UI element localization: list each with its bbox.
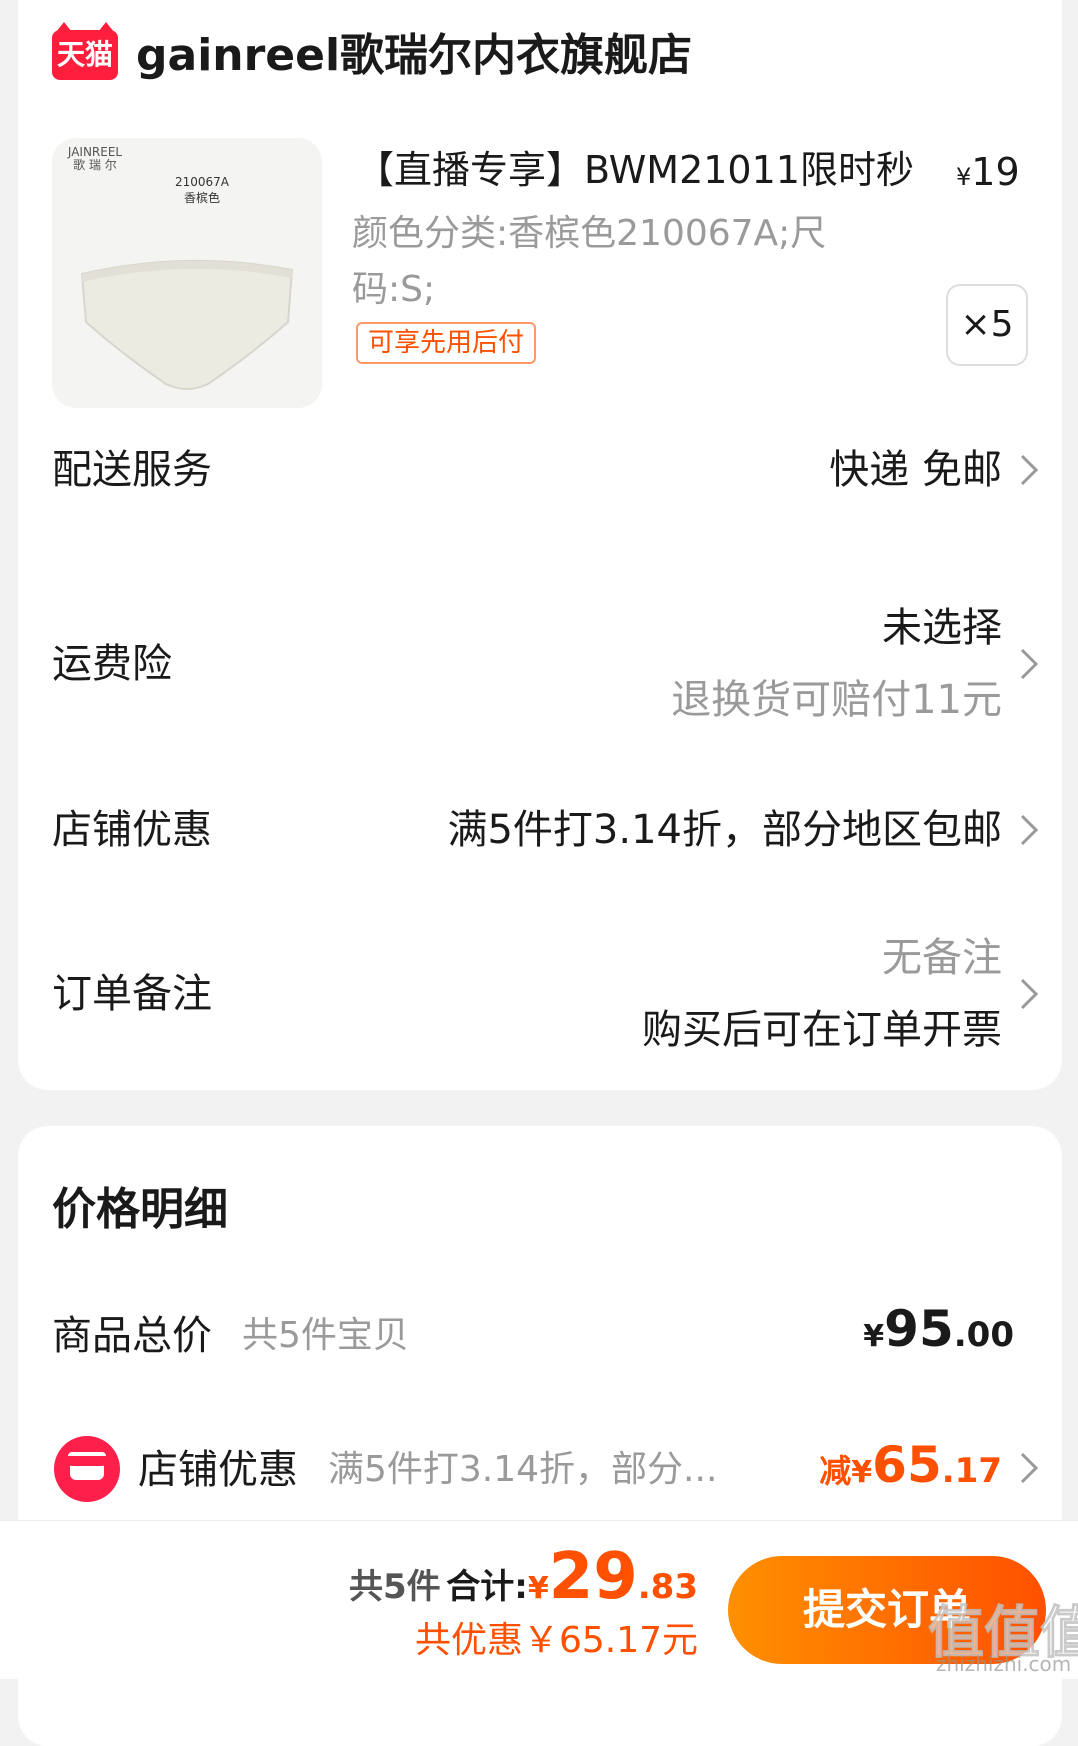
discount-amount: 减¥65.17 [819,1436,1002,1494]
chevron-right-icon [1020,454,1039,486]
total-price-value: ¥95.00 [863,1300,1014,1358]
order-note-value: 无备注 [882,935,1002,981]
store-discount-label: 店铺优惠 [52,807,212,853]
chevron-right-icon [1020,648,1039,680]
insurance-value: 未选择 [882,605,1002,651]
chevron-right-icon [1020,814,1039,846]
tmall-logo-icon: 天猫 [52,22,118,80]
order-sum: 共5件 合计:¥29.83 [348,1540,698,1614]
pay-later-tag: 可享先用后付 [356,322,537,364]
image-brand: JAINREEL 歌 瑞 尔 [67,145,123,172]
insurance-sub: 退换货可赔付11元 [671,677,1002,723]
discount-desc: 满5件打3.14折，部分... [328,1449,718,1490]
order-note-sub: 购买后可在订单开票 [642,1007,1002,1053]
watermark-url: zhizhizhi.com [936,1652,1072,1676]
total-items-count: 共5件宝贝 [242,1315,409,1356]
brief-illustration [80,259,294,390]
chevron-right-icon [1020,978,1039,1010]
product-title[interactable]: 【直播专享】BWM21011限时秒 [356,144,914,196]
saved-amount: 共优惠￥65.17元 [414,1620,698,1661]
store-icon [54,1436,120,1502]
chevron-right-icon [1020,1452,1039,1484]
product-price: ¥19 [956,150,1020,194]
order-note-label: 订单备注 [52,971,212,1017]
sum-label: 合计: [446,1567,528,1607]
insurance-label: 运费险 [52,641,172,687]
item-count: 共5件 [348,1567,441,1607]
delivery-value: 快递 免邮 [829,447,1002,493]
total-price-label: 商品总价 [52,1313,212,1359]
price-detail-title: 价格明细 [52,1184,228,1235]
store-discount-value: 满5件打3.14折，部分地区包邮 [447,807,1002,853]
product-spec[interactable]: 颜色分类:香槟色210067A;尺码:S; [352,206,872,318]
quantity-button[interactable]: ×5 [946,284,1028,366]
discount-label: 店铺优惠 [138,1447,298,1493]
delivery-label: 配送服务 [52,447,212,493]
image-code: 210067A 香槟色 [174,175,230,205]
store-name[interactable]: gainreel歌瑞尔内衣旗舰店 [136,26,692,86]
product-image[interactable]: JAINREEL 歌 瑞 尔 210067A 香槟色 [52,138,322,408]
